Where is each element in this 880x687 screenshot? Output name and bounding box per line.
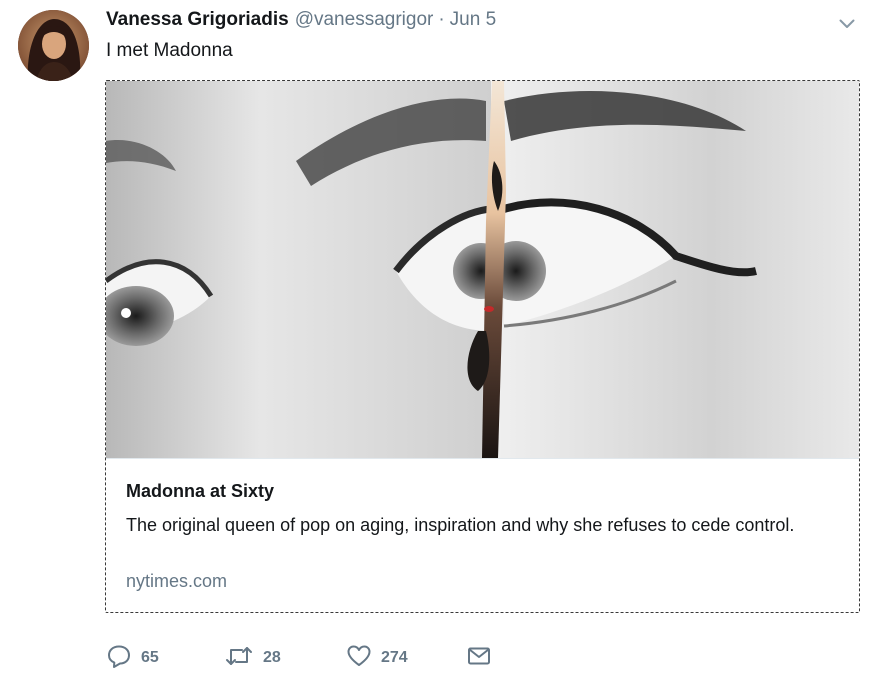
tweet[interactable]: Vanessa Grigoriadis @vanessagrigor · Jun… xyxy=(0,0,880,687)
action-bar: 65 28 274 xyxy=(106,644,606,672)
chevron-down-icon[interactable] xyxy=(836,13,858,35)
avatar-image xyxy=(18,10,89,81)
avatar[interactable] xyxy=(18,10,89,81)
like-count: 274 xyxy=(381,649,408,666)
card-domain[interactable]: nytimes.com xyxy=(126,571,227,592)
card-description: The original queen of pop on aging, insp… xyxy=(126,515,795,535)
link-card[interactable]: Madonna at Sixty The original queen of p… xyxy=(105,80,860,613)
direct-message-button[interactable] xyxy=(466,644,492,672)
card-title[interactable]: Madonna at Sixty xyxy=(126,481,274,502)
reply-count: 65 xyxy=(141,649,159,666)
heart-icon xyxy=(346,643,372,674)
reply-button[interactable]: 65 xyxy=(106,644,159,672)
retweet-count: 28 xyxy=(263,649,281,666)
envelope-icon xyxy=(466,643,492,674)
separator: · xyxy=(438,9,445,30)
tweet-date[interactable]: Jun 5 xyxy=(450,9,496,31)
author-handle[interactable]: @vanessagrigor xyxy=(295,9,434,31)
tweet-header: Vanessa Grigoriadis @vanessagrigor · Jun… xyxy=(106,9,496,35)
tweet-text: I met Madonna xyxy=(106,40,233,61)
card-image[interactable] xyxy=(106,81,859,458)
like-button[interactable]: 274 xyxy=(346,644,408,672)
retweet-button[interactable]: 28 xyxy=(224,644,281,672)
card-body[interactable]: Madonna at Sixty The original queen of p… xyxy=(106,458,859,612)
retweet-icon xyxy=(224,643,254,674)
reply-icon xyxy=(106,643,132,674)
author-name[interactable]: Vanessa Grigoriadis xyxy=(106,9,289,31)
